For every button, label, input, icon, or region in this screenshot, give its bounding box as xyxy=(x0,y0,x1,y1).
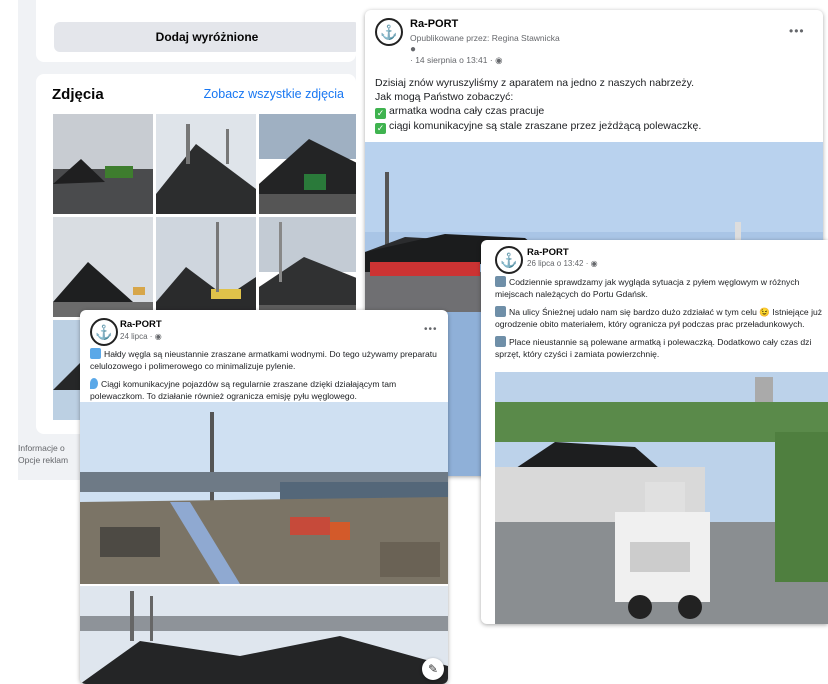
post-text-line: Jak mogą Państwo zobaczyć: xyxy=(375,91,514,103)
paragraph-text: Codziennie sprawdzamy jak wygląda sytuac… xyxy=(495,277,800,299)
sidebar-footer: Informacje o Opcje reklam xyxy=(18,442,78,466)
anchor-logo-icon[interactable]: ⚓ xyxy=(375,18,403,46)
check-icon: ✓ xyxy=(375,108,386,119)
anchor-logo-icon[interactable]: ⚓ xyxy=(495,246,523,274)
post-paragraph: Place nieustannie są polewane armatką i … xyxy=(495,336,825,360)
paragraph-text: Place nieustannie są polewane armatką i … xyxy=(495,337,812,359)
post-photo[interactable] xyxy=(495,372,828,624)
more-options-icon[interactable]: ••• xyxy=(789,24,805,38)
post-card-jul24: ⚓ Ra-PORT 24 lipca · ◉ ••• Hałdy węgla s… xyxy=(80,310,448,684)
bullet-text: ciągi komunikacyjne są stale zraszane pr… xyxy=(389,120,702,132)
paragraph-text: Hałdy węgla są nieustannie zraszane arma… xyxy=(90,349,437,371)
featured-card: Dodaj wyróżnione xyxy=(36,0,356,62)
post-author[interactable]: Ra-PORT xyxy=(120,319,162,330)
post-date-text: 24 lipca · xyxy=(120,332,153,341)
photo-thumbnail[interactable] xyxy=(53,114,153,214)
post-author[interactable]: Ra-PORT xyxy=(527,247,569,258)
edit-icon[interactable]: ✎ xyxy=(422,658,444,680)
info-icon xyxy=(495,306,506,317)
post-date-text: 26 lipca o 13:42 · xyxy=(527,259,589,268)
post-text: Dzisiaj znów wyruszyliśmy z aparatem na … xyxy=(375,76,815,134)
calendar-icon xyxy=(495,276,506,287)
post-bullet: ✓ ciągi komunikacyjne są stale zraszane p… xyxy=(375,119,815,134)
post-date[interactable]: 26 lipca o 13:42 · ◉ xyxy=(527,259,598,268)
photo-thumbnail[interactable] xyxy=(259,114,356,214)
footer-info-link[interactable]: Informacje o xyxy=(18,442,78,454)
globe-icon: ● xyxy=(410,44,417,55)
droplet-icon xyxy=(90,378,98,389)
post-published-by: Opublikowane przez: Regina Stawnicka xyxy=(410,33,560,43)
post-text: Codziennie sprawdzamy jak wygląda sytuac… xyxy=(495,276,825,360)
bullet-text: armatka wodna cały czas pracuje xyxy=(389,105,545,117)
footer-ad-options-link[interactable]: Opcje reklam xyxy=(18,454,78,466)
list-icon xyxy=(495,336,506,347)
photo-thumbnail[interactable] xyxy=(259,217,356,317)
globe-icon: ◉ xyxy=(495,55,503,65)
post-photo[interactable] xyxy=(80,586,448,684)
more-options-icon[interactable]: ••• xyxy=(424,324,438,335)
post-text: Hałdy węgla są nieustannie zraszane arma… xyxy=(90,348,442,402)
recycle-icon xyxy=(90,348,101,359)
post-card-jul26: ⚓ Ra-PORT 26 lipca o 13:42 · ◉ Codzienni… xyxy=(481,240,828,624)
post-date-text: · 14 sierpnia o 13:41 · xyxy=(410,55,493,65)
anchor-logo-icon[interactable]: ⚓ xyxy=(90,318,118,346)
post-paragraph: Codziennie sprawdzamy jak wygląda sytuac… xyxy=(495,276,825,300)
post-paragraph: Ciągi komunikacyjne pojazdów są regularn… xyxy=(90,378,442,402)
globe-icon: ◉ xyxy=(154,332,162,341)
photo-thumbnail[interactable] xyxy=(156,217,256,317)
post-paragraph: Hałdy węgla są nieustannie zraszane arma… xyxy=(90,348,442,372)
add-featured-button[interactable]: Dodaj wyróżnione xyxy=(54,22,356,52)
paragraph-text: Na ulicy Śnieżnej udało nam się bardzo d… xyxy=(495,307,823,329)
post-photo[interactable] xyxy=(80,402,448,584)
photos-title: Zdjęcia xyxy=(52,86,104,103)
paragraph-text: Ciągi komunikacyjne pojazdów są regularn… xyxy=(90,379,397,401)
post-bullet: ✓ armatka wodna cały czas pracuje xyxy=(375,104,815,119)
photo-thumbnail[interactable] xyxy=(53,217,153,317)
post-date[interactable]: 24 lipca · ◉ xyxy=(120,332,162,341)
post-paragraph: Na ulicy Śnieżnej udało nam się bardzo d… xyxy=(495,306,825,330)
post-author[interactable]: Ra-PORT xyxy=(410,18,458,30)
post-text-line: Dzisiaj znów wyruszyliśmy z aparatem na … xyxy=(375,77,695,89)
see-all-photos-link[interactable]: Zobacz wszystkie zdjęcia xyxy=(204,87,344,101)
post-date[interactable]: · 14 sierpnia o 13:41 · ◉ xyxy=(410,55,503,66)
globe-icon: ◉ xyxy=(590,259,598,268)
check-icon: ✓ xyxy=(375,123,386,134)
photo-thumbnail[interactable] xyxy=(156,114,256,214)
